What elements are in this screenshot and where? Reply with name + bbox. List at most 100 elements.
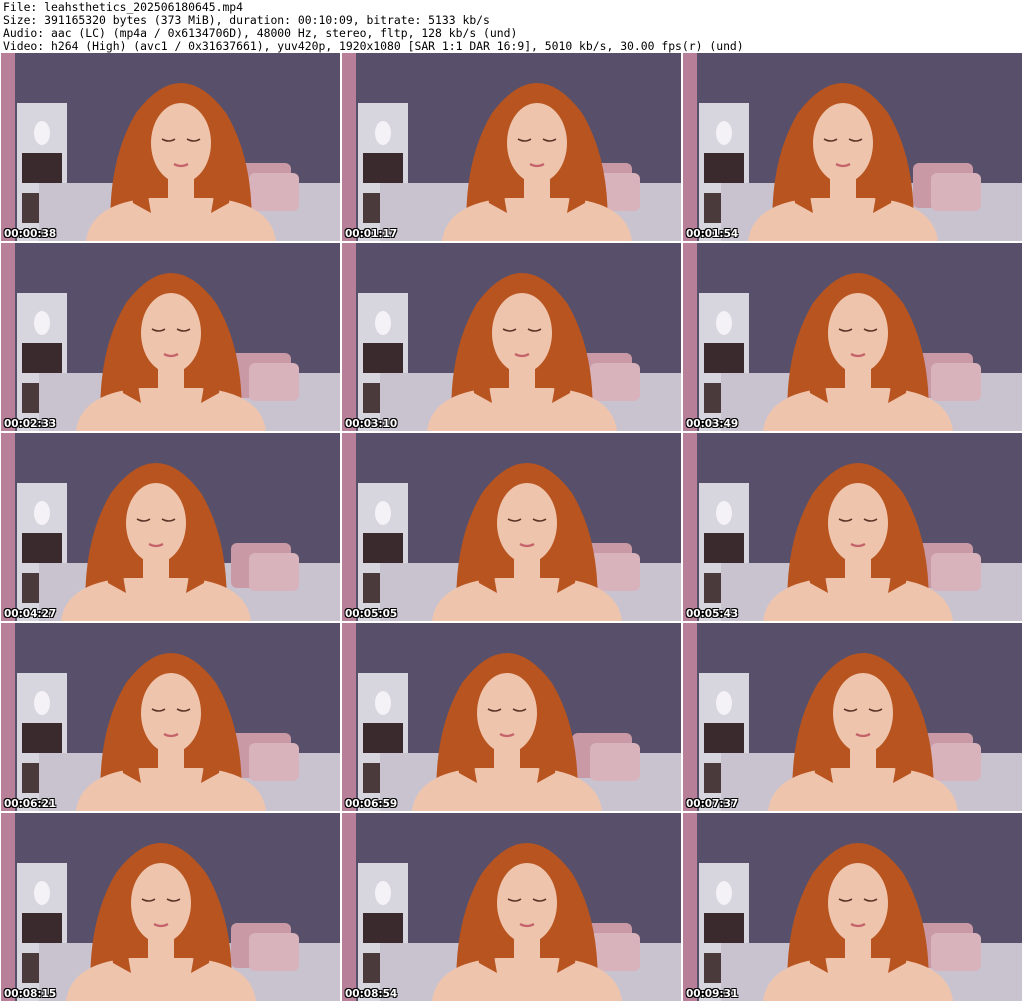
frame-image xyxy=(1,623,340,811)
shelf-cubby xyxy=(363,153,403,183)
face xyxy=(492,293,552,373)
frame-image xyxy=(342,433,681,621)
pillow xyxy=(249,363,299,401)
shelf-cubby xyxy=(704,533,744,563)
shelf-figurine xyxy=(34,311,50,335)
shelf-figurine xyxy=(716,881,732,905)
file-name-line: File: leahsthetics_202506180645.mp4 xyxy=(3,1,244,14)
face xyxy=(833,673,893,753)
thumbnail-timestamp: 00:05:05 xyxy=(345,608,398,620)
curtain xyxy=(683,813,697,1001)
video-frame-thumbnail: 00:03:10 xyxy=(342,243,681,431)
shelf-cubby xyxy=(22,533,62,563)
shelf-figurine xyxy=(716,691,732,715)
video-frame-thumbnail: 00:01:54 xyxy=(683,53,1022,241)
shelf-figurine xyxy=(375,501,391,525)
video-info-line: Video: h264 (High) (avc1 / 0x31637661), … xyxy=(3,40,744,53)
pillow xyxy=(590,553,640,591)
face xyxy=(141,293,201,373)
curtain xyxy=(1,53,15,241)
curtain xyxy=(342,433,356,621)
frame-image xyxy=(1,243,340,431)
curtain xyxy=(683,623,697,811)
pillow xyxy=(249,553,299,591)
face xyxy=(477,673,537,753)
shelf-figurine xyxy=(375,311,391,335)
frame-image xyxy=(683,813,1022,1001)
video-frame-thumbnail: 00:07:37 xyxy=(683,623,1022,811)
video-frame-thumbnail: 00:02:33 xyxy=(1,243,340,431)
thumbnail-timestamp: 00:04:27 xyxy=(4,608,57,620)
frame-image xyxy=(683,433,1022,621)
shelf-figurine xyxy=(375,691,391,715)
curtain xyxy=(1,433,15,621)
frame-image xyxy=(683,53,1022,241)
thumbnail-timestamp: 00:01:17 xyxy=(345,228,398,240)
curtain xyxy=(342,813,356,1001)
shelf-cubby xyxy=(22,913,62,943)
shelf-figurine xyxy=(34,881,50,905)
curtain xyxy=(1,813,15,1001)
curtain xyxy=(342,623,356,811)
thumbnail-timestamp: 00:08:54 xyxy=(345,988,398,1000)
frame-image xyxy=(1,53,340,241)
video-frame-thumbnail: 00:06:59 xyxy=(342,623,681,811)
pillow xyxy=(249,933,299,971)
contact-sheet: File: leahsthetics_202506180645.mp4 Size… xyxy=(0,0,1024,1003)
shelf-cubby xyxy=(22,343,62,373)
frame-image xyxy=(342,623,681,811)
video-frame-thumbnail: 00:04:27 xyxy=(1,433,340,621)
curtain xyxy=(342,53,356,241)
video-frame-thumbnail: 00:06:21 xyxy=(1,623,340,811)
video-frame-thumbnail: 00:03:49 xyxy=(683,243,1022,431)
video-frame-thumbnail: 00:05:43 xyxy=(683,433,1022,621)
thumbnail-timestamp: 00:07:37 xyxy=(686,798,739,810)
thumbnail-timestamp: 00:03:10 xyxy=(345,418,398,430)
curtain xyxy=(683,243,697,431)
thumbnail-timestamp: 00:01:54 xyxy=(686,228,739,240)
shelf-cubby xyxy=(363,533,403,563)
video-frame-thumbnail: 00:01:17 xyxy=(342,53,681,241)
shelf-cubby xyxy=(704,153,744,183)
shelf-figurine xyxy=(375,881,391,905)
video-frame-thumbnail: 00:08:54 xyxy=(342,813,681,1001)
shelf-cubby xyxy=(704,723,744,753)
face xyxy=(828,863,888,943)
frame-image xyxy=(342,53,681,241)
thumbnail-timestamp: 00:06:59 xyxy=(345,798,398,810)
shelf-figurine xyxy=(34,121,50,145)
pillow xyxy=(590,743,640,781)
shelf-cubby xyxy=(22,723,62,753)
pillow xyxy=(590,363,640,401)
face xyxy=(126,483,186,563)
video-frame-thumbnail: 00:09:31 xyxy=(683,813,1022,1001)
video-frame-thumbnail: 00:00:38 xyxy=(1,53,340,241)
frame-image xyxy=(1,433,340,621)
face xyxy=(141,673,201,753)
curtain xyxy=(342,243,356,431)
file-size-line: Size: 391165320 bytes (373 MiB), duratio… xyxy=(3,14,490,27)
face xyxy=(497,483,557,563)
face xyxy=(507,103,567,183)
pillow xyxy=(931,553,981,591)
shelf-figurine xyxy=(716,311,732,335)
file-info-header: File: leahsthetics_202506180645.mp4 Size… xyxy=(3,1,1021,53)
video-frame-thumbnail: 00:08:15 xyxy=(1,813,340,1001)
curtain xyxy=(1,243,15,431)
shelf-cubby xyxy=(363,723,403,753)
shelf-figurine xyxy=(716,121,732,145)
shelf-cubby xyxy=(363,913,403,943)
pillow xyxy=(931,173,981,211)
thumbnail-timestamp: 00:06:21 xyxy=(4,798,57,810)
frame-image xyxy=(342,243,681,431)
shelf-figurine xyxy=(375,121,391,145)
frame-image xyxy=(342,813,681,1001)
pillow xyxy=(590,933,640,971)
shelf-cubby xyxy=(22,153,62,183)
frame-image xyxy=(683,623,1022,811)
pillow xyxy=(931,743,981,781)
pillow xyxy=(249,173,299,211)
thumbnail-timestamp: 00:02:33 xyxy=(4,418,57,430)
thumbnail-timestamp: 00:09:31 xyxy=(686,988,739,1000)
face xyxy=(828,293,888,373)
